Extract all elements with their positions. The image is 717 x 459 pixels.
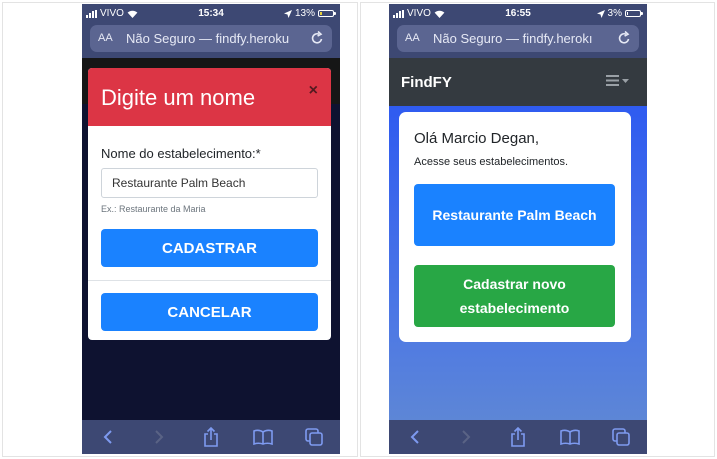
new-establishment-button[interactable]: Cadastrar novo estabelecimento [414,265,615,327]
bookmarks-icon[interactable] [252,426,274,448]
battery-icon [318,10,336,17]
welcome-card: Olá Marcio Degan, Acesse seus estabeleci… [399,112,631,342]
input-hint: Ex.: Restaurante da Maria [101,204,206,214]
field-label: Nome do estabelecimento:* [101,146,261,161]
safari-chrome: VIVO 16:55 3% AA Não Seguro — findfy.her… [389,4,647,58]
battery-percent: 3% [607,8,622,19]
tabs-icon[interactable] [303,426,325,448]
reload-icon[interactable] [616,30,632,46]
establishment-button[interactable]: Restaurante Palm Beach [414,184,615,246]
tabs-icon[interactable] [610,426,632,448]
greeting-text: Olá Marcio Degan, [414,130,540,147]
address-bar[interactable]: AA Não Seguro — findfy.herokı [397,25,639,52]
share-icon[interactable] [507,426,529,448]
address-bar[interactable]: AA Não Seguro — findfy.heroku [90,25,332,52]
modal-title: Digite um nome [101,85,256,110]
battery-charging-icon [625,10,643,17]
safari-toolbar [82,420,340,454]
status-bar: VIVO 16:55 3% [389,4,647,22]
back-icon[interactable] [97,426,119,448]
back-icon[interactable] [404,426,426,448]
url-text[interactable]: Não Seguro — findfy.herokı [433,31,613,46]
share-icon[interactable] [200,426,222,448]
url-text[interactable]: Não Seguro — findfy.heroku [126,31,306,46]
reader-mode-button[interactable]: AA [405,32,420,44]
location-icon [283,9,292,18]
cancel-button[interactable]: CANCELAR [101,293,318,331]
modal-header: Digite um nome × [88,68,331,126]
modal-divider [88,280,331,281]
reload-icon[interactable] [309,30,325,46]
forward-icon[interactable] [455,426,477,448]
battery-percent: 13% [294,8,315,19]
phone-screen-modal: VIVO 15:34 13% AA Não Seguro — findfy.he… [82,4,340,454]
safari-chrome: VIVO 15:34 13% AA Não Seguro — findfy.he… [82,4,340,58]
close-icon[interactable]: × [309,82,318,100]
safari-toolbar [389,420,647,454]
subtitle-text: Acesse seus estabelecimentos. [414,156,569,168]
status-bar: VIVO 15:34 13% [82,4,340,22]
hamburger-icon[interactable] [606,75,629,86]
app-navbar: FindFY [389,58,647,106]
phone-screen-home: VIVO 16:55 3% AA Não Seguro — findfy.her… [389,4,647,454]
location-icon [596,9,605,18]
bookmarks-icon[interactable] [559,426,581,448]
brand-logo[interactable]: FindFY [401,74,452,91]
forward-icon[interactable] [148,426,170,448]
reader-mode-button[interactable]: AA [98,32,113,44]
establishment-name-input[interactable] [101,168,318,198]
name-modal: Digite um nome × Nome do estabelecimento… [88,68,331,340]
caret-down-icon [622,78,629,83]
submit-button[interactable]: CADASTRAR [101,229,318,267]
